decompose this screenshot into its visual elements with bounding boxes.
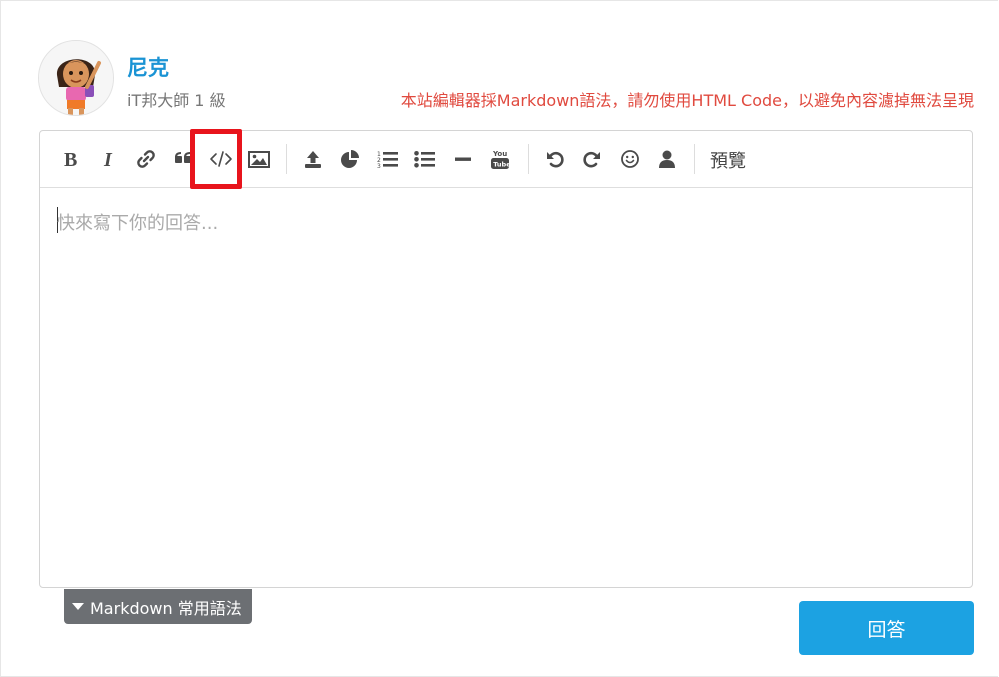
user-rank: iT邦大師 1 級	[127, 91, 226, 110]
svg-text:You: You	[492, 150, 507, 158]
submit-answer-button[interactable]: 回答	[799, 601, 974, 655]
code-button[interactable]	[207, 145, 235, 173]
emoji-button[interactable]	[616, 145, 644, 173]
youtube-button[interactable]: You Tube	[486, 145, 514, 173]
editor-toolbar: B I 1 2 3 You Tube 預覽	[40, 129, 972, 189]
quote-icon	[175, 152, 191, 163]
toolbar-divider	[286, 144, 287, 174]
svg-text:I: I	[103, 149, 113, 169]
image-button[interactable]	[245, 145, 273, 173]
svg-text:Tube: Tube	[493, 161, 510, 169]
bold-button[interactable]: B	[57, 145, 85, 173]
markdown-help-label: Markdown 常用語法	[90, 598, 242, 618]
italic-icon: I	[103, 149, 113, 169]
markdown-help-toggle[interactable]: Markdown 常用語法	[64, 589, 252, 624]
preview-tab[interactable]: 預覽	[710, 147, 746, 173]
redo-icon	[583, 151, 600, 168]
mention-button[interactable]	[653, 145, 681, 173]
avatar[interactable]	[38, 40, 114, 116]
avatar-image	[39, 41, 113, 115]
caret-down-icon	[72, 603, 84, 610]
ordered-list-icon: 1 2 3	[377, 151, 398, 169]
unordered-list-icon	[414, 151, 435, 168]
code-icon	[210, 151, 232, 167]
quote-button[interactable]	[169, 145, 197, 173]
upload-icon	[305, 151, 321, 168]
youtube-icon: You Tube	[491, 150, 510, 169]
emoji-icon	[621, 150, 639, 168]
markdown-editor: B I 1 2 3 You Tube 預覽 快來寫下你的回答...	[39, 129, 973, 588]
undo-icon	[547, 151, 564, 168]
answer-textarea[interactable]	[57, 209, 955, 577]
horizontal-rule-icon	[455, 157, 471, 161]
image-icon	[248, 151, 270, 168]
pie-chart-icon	[341, 150, 359, 168]
redo-button[interactable]	[578, 145, 606, 173]
svg-text:B: B	[64, 149, 77, 169]
svg-text:3: 3	[377, 163, 381, 169]
toolbar-divider	[694, 144, 695, 174]
link-icon	[137, 150, 155, 168]
markdown-notice: 本站編輯器採Markdown語法，請勿使用HTML Code，以避免內容濾掉無法…	[400, 91, 974, 110]
user-mention-icon	[659, 150, 675, 168]
chart-button[interactable]	[336, 145, 364, 173]
username[interactable]: 尼克	[127, 52, 169, 82]
unordered-list-button[interactable]	[411, 145, 439, 173]
toolbar-divider	[528, 144, 529, 174]
ordered-list-button[interactable]: 1 2 3	[374, 145, 402, 173]
link-button[interactable]	[132, 145, 160, 173]
undo-button[interactable]	[541, 145, 569, 173]
italic-button[interactable]: I	[95, 145, 123, 173]
bold-icon: B	[64, 149, 77, 169]
upload-button[interactable]	[299, 145, 327, 173]
horizontal-rule-button[interactable]	[449, 145, 477, 173]
